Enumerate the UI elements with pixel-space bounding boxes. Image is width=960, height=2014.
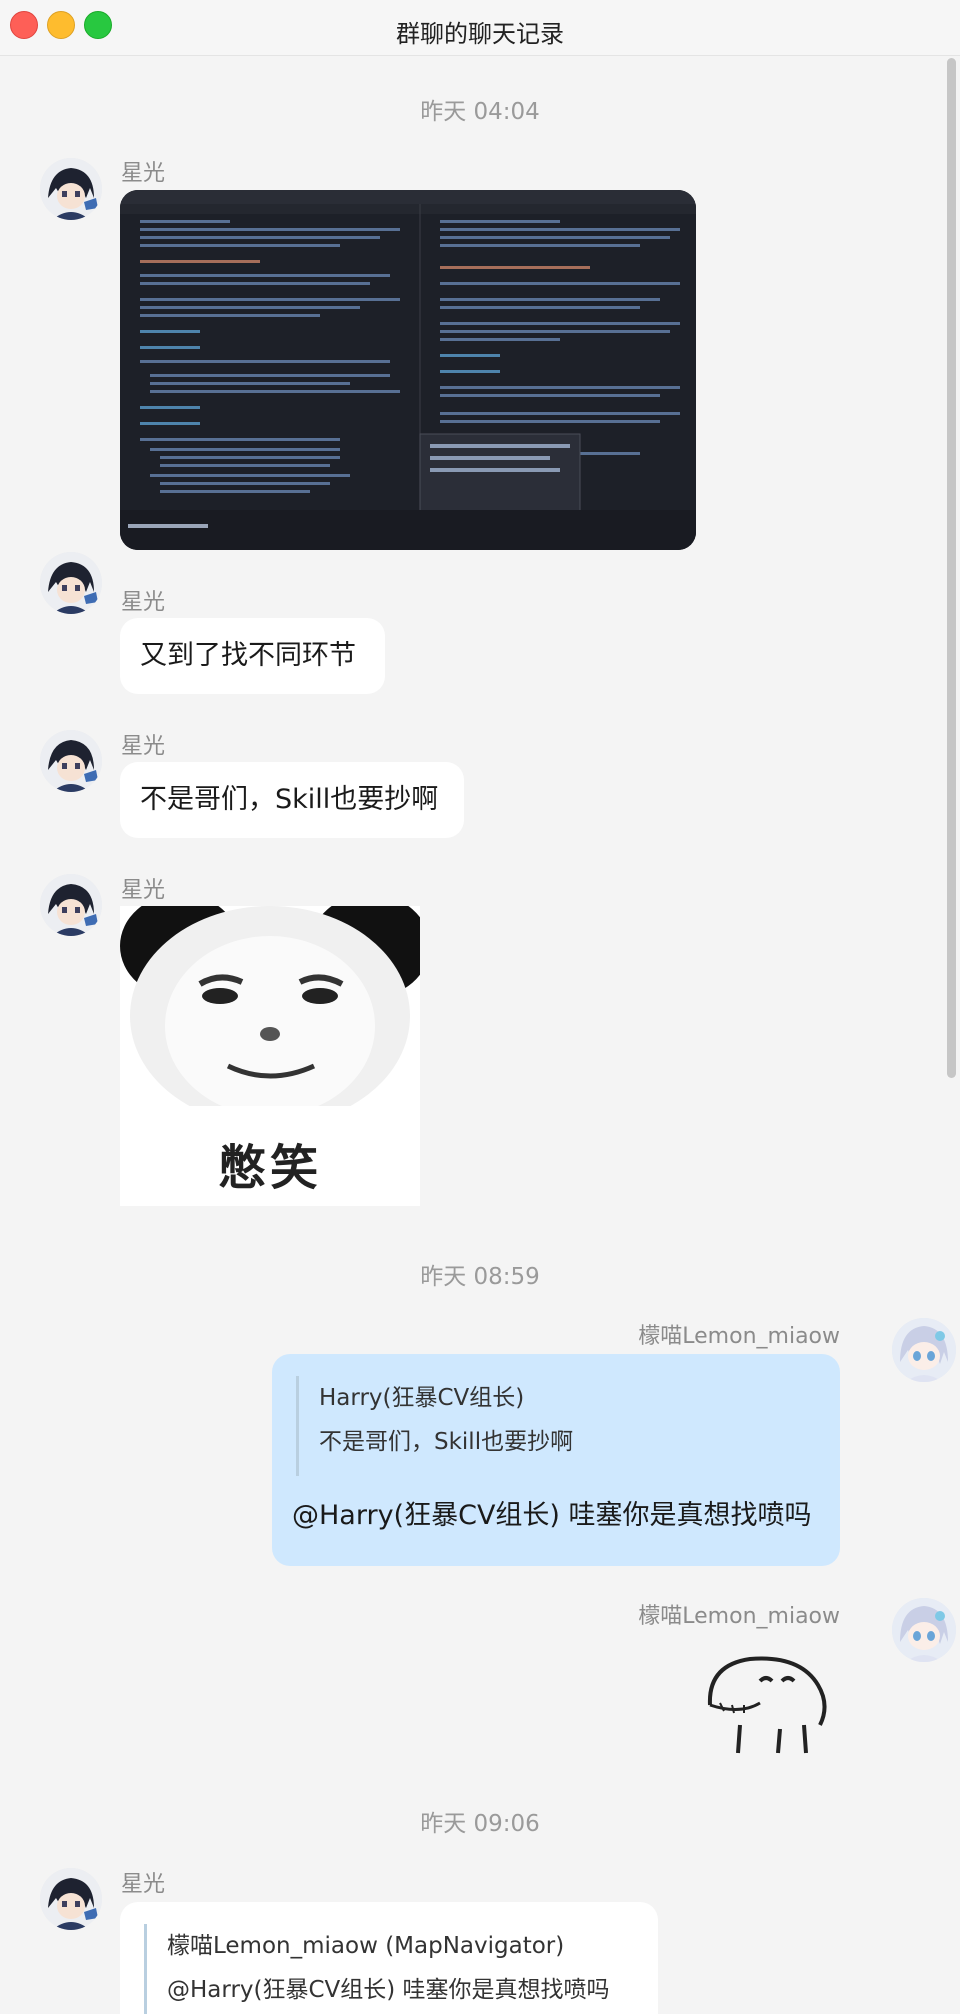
message-text: @Harry(狂暴CV组长) 哇塞你是真想找喷吗 bbox=[292, 1500, 812, 1531]
quote-text: @Harry(狂暴CV组长) 哇塞你是真想找喷吗 bbox=[167, 1977, 610, 2003]
sticker-image[interactable]: 憋笑 bbox=[120, 906, 420, 1206]
avatar[interactable] bbox=[40, 730, 102, 792]
sticker-image[interactable] bbox=[700, 1645, 842, 1755]
avatar[interactable] bbox=[40, 158, 102, 220]
title-bar: 群聊的聊天记录 bbox=[0, 0, 960, 56]
sticker-caption: 憋笑 bbox=[217, 1140, 322, 1196]
quote-author: 檬喵Lemon_miaow (MapNavigator) bbox=[167, 1933, 565, 1959]
quoted-message[interactable]: Harry(狂暴CV组长) 不是哥们，Skill也要抄啊 bbox=[296, 1376, 573, 1476]
scrollbar[interactable] bbox=[947, 58, 956, 1078]
avatar[interactable] bbox=[892, 1598, 956, 1662]
message-bubble[interactable]: 不是哥们，Skill也要抄啊 bbox=[120, 762, 464, 838]
quoted-message[interactable]: 檬喵Lemon_miaow (MapNavigator) @Harry(狂暴CV… bbox=[144, 1924, 610, 2014]
sender-name: 星光 bbox=[121, 161, 166, 186]
message-text: 不是哥们，Skill也要抄啊 bbox=[140, 783, 439, 815]
reply-message-bubble[interactable]: Harry(狂暴CV组长) 不是哥们，Skill也要抄啊 @Harry(狂暴CV… bbox=[272, 1354, 840, 1566]
window-title: 群聊的聊天记录 bbox=[396, 20, 564, 48]
avatar[interactable] bbox=[40, 1868, 102, 1930]
reply-message-bubble[interactable]: 檬喵Lemon_miaow (MapNavigator) @Harry(狂暴CV… bbox=[120, 1902, 658, 2014]
timestamp: 昨天 08:59 bbox=[420, 1264, 540, 1290]
sender-name: 星光 bbox=[121, 1872, 166, 1897]
message-bubble[interactable]: 又到了找不同环节 bbox=[120, 618, 385, 694]
quote-author: Harry(狂暴CV组长) bbox=[319, 1385, 525, 1411]
avatar[interactable] bbox=[892, 1318, 956, 1382]
message-text: 又到了找不同环节 bbox=[140, 639, 356, 671]
sender-name: 檬喵Lemon_miaow bbox=[638, 1324, 840, 1349]
sender-name: 檬喵Lemon_miaow bbox=[638, 1604, 840, 1629]
chat-history-window: 群聊的聊天记录 昨天 04:04 星光 星光 又到了找不同环节 星光 不是哥们，… bbox=[0, 0, 960, 2014]
timestamp: 昨天 09:06 bbox=[420, 1811, 540, 1837]
sender-name: 星光 bbox=[121, 878, 166, 903]
quote-text: 不是哥们，Skill也要抄啊 bbox=[319, 1429, 574, 1455]
sender-name: 星光 bbox=[121, 734, 166, 759]
sender-name: 星光 bbox=[121, 590, 166, 615]
message-image[interactable] bbox=[120, 190, 696, 550]
timestamp: 昨天 04:04 bbox=[420, 99, 540, 125]
avatar[interactable] bbox=[40, 552, 102, 614]
avatar[interactable] bbox=[40, 874, 102, 936]
